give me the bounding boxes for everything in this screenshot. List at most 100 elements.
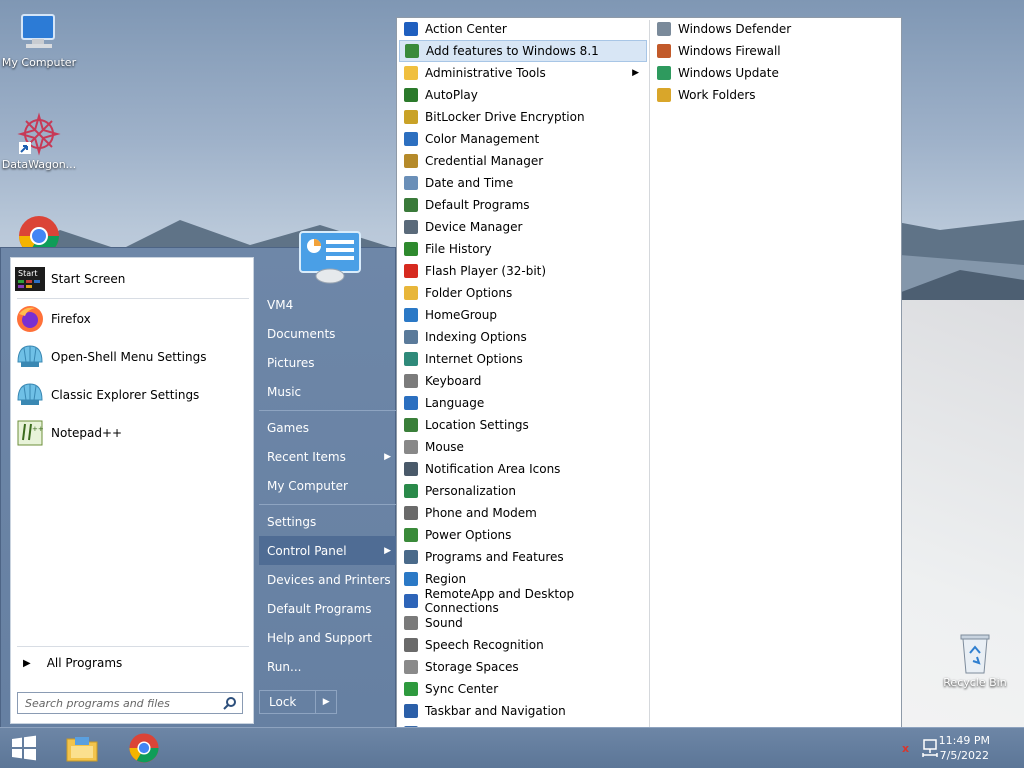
control-panel-item-indexing-options[interactable]: Indexing Options <box>399 326 647 348</box>
menu-item-label: Settings <box>267 514 317 529</box>
control-panel-item-work-folders[interactable]: Work Folders <box>652 84 898 106</box>
control-panel-item-windows-defender[interactable]: Windows Defender <box>652 18 898 40</box>
menu-item-music[interactable]: Music <box>259 377 397 406</box>
column-divider <box>649 20 650 765</box>
menu-item-recent-items[interactable]: Recent Items ▶ <box>259 442 397 471</box>
program-notepad-plus-plus[interactable]: ++ Notepad++ <box>15 416 249 450</box>
program-start-screen[interactable]: Start Start Screen <box>15 262 249 296</box>
volume-muted-icon[interactable]: x <box>902 742 909 755</box>
control-panel-item-label: Windows Firewall <box>678 44 781 58</box>
menu-item-pictures[interactable]: Pictures <box>259 348 397 377</box>
program-firefox[interactable]: Firefox <box>15 302 249 336</box>
phone-icon <box>403 505 419 521</box>
desktop-icon-datawagon[interactable]: DataWagon... <box>0 112 78 171</box>
control-panel-item-programs-and-features[interactable]: Programs and Features <box>399 546 647 568</box>
control-panel-item-bitlocker-drive-encryption[interactable]: BitLocker Drive Encryption <box>399 106 647 128</box>
shutdown-options-arrow-icon[interactable]: ▶ <box>315 691 336 713</box>
desktop-icon-label: DataWagon... <box>1 158 77 171</box>
menu-item-label: Default Programs <box>267 601 372 616</box>
control-panel-item-add-features-to-windows-8-1[interactable]: Add features to Windows 8.1 <box>399 40 647 62</box>
svg-text:++: ++ <box>32 425 44 433</box>
menu-item-label: Music <box>267 384 302 399</box>
user-picture-icon[interactable] <box>298 230 362 284</box>
network-icon[interactable] <box>920 738 940 758</box>
program-label: Firefox <box>51 312 91 326</box>
arrow-right-icon: ▶ <box>23 657 31 669</box>
menu-item-default-programs[interactable]: Default Programs <box>259 594 397 623</box>
menu-item-devices-and-printers[interactable]: Devices and Printers <box>259 565 397 594</box>
divider <box>259 410 397 411</box>
taskbar-clock[interactable]: 11:49 PM 7/5/2022 <box>939 733 990 763</box>
control-panel-item-keyboard[interactable]: Keyboard <box>399 370 647 392</box>
control-panel-item-speech-recognition[interactable]: Speech Recognition <box>399 634 647 656</box>
search-icon[interactable] <box>223 696 237 710</box>
microphone-icon <box>403 637 419 653</box>
taskbar-icon <box>403 703 419 719</box>
windows-logo-icon <box>12 735 36 761</box>
desktop-icon-my-computer[interactable]: My Computer <box>0 10 78 69</box>
menu-item-documents[interactable]: Documents <box>259 319 397 348</box>
control-panel-item-autoplay[interactable]: AutoPlay <box>399 84 647 106</box>
control-panel-item-administrative-tools[interactable]: Administrative Tools ▶ <box>399 62 647 84</box>
start-button[interactable] <box>0 728 48 768</box>
control-panel-item-credential-manager[interactable]: Credential Manager <box>399 150 647 172</box>
control-panel-item-file-history[interactable]: File History <box>399 238 647 260</box>
menu-item-settings[interactable]: Settings <box>259 507 397 536</box>
menu-item-label: Recent Items <box>267 449 346 464</box>
control-panel-item-remoteapp-and-desktop-connections[interactable]: RemoteApp and Desktop Connections <box>399 587 647 615</box>
menu-item-help-and-support[interactable]: Help and Support <box>259 623 397 652</box>
datawagon-icon <box>17 112 61 156</box>
menu-item-games[interactable]: Games <box>259 413 397 442</box>
start-screen-badge: Start <box>18 269 38 278</box>
menu-item-label: Control Panel <box>267 543 347 558</box>
control-panel-item-location-settings[interactable]: Location Settings <box>399 414 647 436</box>
control-panel-item-flash-player-32-bit[interactable]: Flash Player (32-bit) <box>399 260 647 282</box>
control-panel-item-label: Mouse <box>425 440 464 454</box>
chrome-icon <box>129 733 159 763</box>
control-panel-item-action-center[interactable]: Action Center <box>399 18 647 40</box>
control-panel-item-label: Color Management <box>425 132 540 146</box>
control-panel-item-notification-area-icons[interactable]: Notification Area Icons <box>399 458 647 480</box>
control-panel-item-power-options[interactable]: Power Options <box>399 524 647 546</box>
control-panel-item-label: Windows Defender <box>678 22 792 36</box>
search-input[interactable] <box>23 695 223 711</box>
control-panel-item-language[interactable]: Language <box>399 392 647 414</box>
program-label: Notepad++ <box>51 426 123 440</box>
control-panel-item-storage-spaces[interactable]: Storage Spaces <box>399 656 647 678</box>
control-panel-item-default-programs[interactable]: Default Programs <box>399 194 647 216</box>
control-panel-item-mouse[interactable]: Mouse <box>399 436 647 458</box>
control-panel-item-sync-center[interactable]: Sync Center <box>399 678 647 700</box>
arrow-right-icon: ▶ <box>384 545 391 556</box>
lock-button[interactable]: Lock <box>260 695 315 709</box>
all-programs-button[interactable]: ▶ All Programs <box>17 652 249 674</box>
control-panel-item-label: HomeGroup <box>425 308 497 322</box>
menu-item-vm4[interactable]: VM4 <box>259 290 397 319</box>
file-history-icon <box>403 241 419 257</box>
menu-item-my-computer[interactable]: My Computer <box>259 471 397 500</box>
program-label: Classic Explorer Settings <box>51 388 200 402</box>
control-panel-item-homegroup[interactable]: HomeGroup <box>399 304 647 326</box>
menu-item-control-panel[interactable]: Control Panel ▶ <box>259 536 397 565</box>
all-programs-label: All Programs <box>46 656 123 670</box>
desktop-icon-recycle-bin[interactable]: Recycle Bin <box>936 630 1014 689</box>
lock-button-group: Lock ▶ <box>259 690 337 714</box>
control-panel-item-color-management[interactable]: Color Management <box>399 128 647 150</box>
control-panel-item-windows-firewall[interactable]: Windows Firewall <box>652 40 898 62</box>
program-classic-explorer-settings[interactable]: Classic Explorer Settings <box>15 378 249 412</box>
control-panel-item-device-manager[interactable]: Device Manager <box>399 216 647 238</box>
control-panel-item-date-and-time[interactable]: Date and Time <box>399 172 647 194</box>
program-open-shell-settings[interactable]: Open-Shell Menu Settings <box>15 340 249 374</box>
control-panel-item-label: Administrative Tools <box>425 66 546 80</box>
control-panel-item-sound[interactable]: Sound <box>399 612 647 634</box>
taskbar-file-explorer[interactable] <box>58 728 106 768</box>
control-panel-item-phone-and-modem[interactable]: Phone and Modem <box>399 502 647 524</box>
control-panel-item-label: Windows Update <box>678 66 779 80</box>
control-panel-item-personalization[interactable]: Personalization <box>399 480 647 502</box>
taskbar-chrome[interactable] <box>120 728 168 768</box>
control-panel-item-internet-options[interactable]: Internet Options <box>399 348 647 370</box>
control-panel-item-windows-update[interactable]: Windows Update <box>652 62 898 84</box>
control-panel-item-folder-options[interactable]: Folder Options <box>399 282 647 304</box>
control-panel-item-label: Work Folders <box>678 88 756 102</box>
menu-item-run[interactable]: Run... <box>259 652 397 681</box>
control-panel-item-taskbar-and-navigation[interactable]: Taskbar and Navigation <box>399 700 647 722</box>
